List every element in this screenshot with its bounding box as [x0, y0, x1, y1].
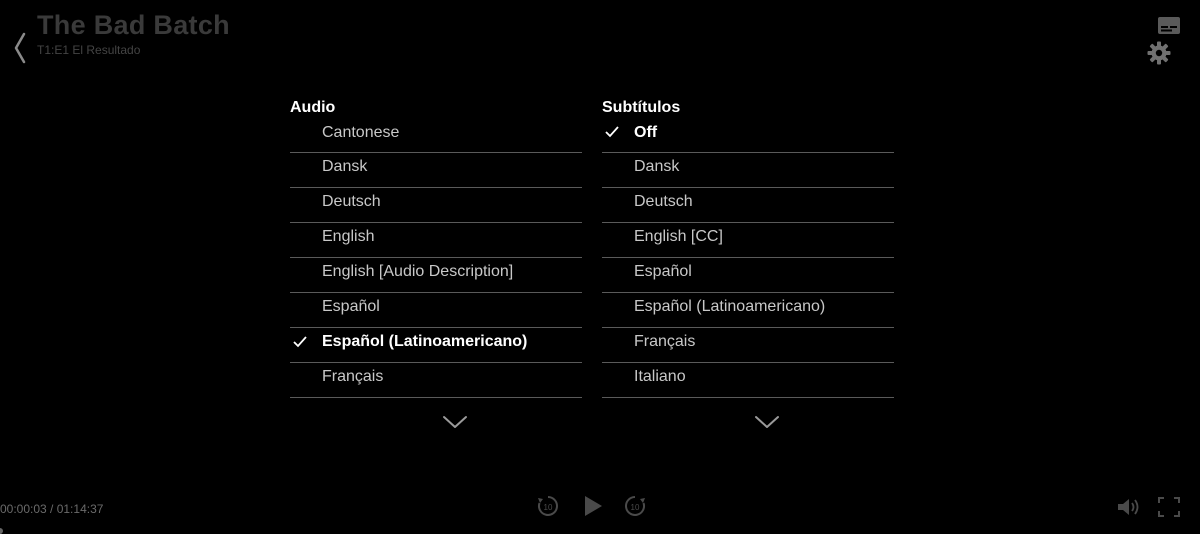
subtitles-option-label: Italiano [634, 368, 686, 385]
audio-option[interactable]: Cantonese [290, 118, 582, 153]
subtitles-option-label: Français [634, 333, 696, 350]
volume-icon [1118, 499, 1139, 515]
subtitles-option-label: Español (Latinoamericano) [634, 298, 826, 315]
captions-icon [1158, 17, 1180, 34]
subtitles-option[interactable]: Deutsch [602, 188, 894, 223]
fullscreen-icon [1158, 497, 1180, 517]
subtitles-option[interactable]: Español [602, 258, 894, 293]
video-player: The Bad Batch T1:E1 El Resultado Audio C… [0, 0, 1200, 534]
subtitles-option-more[interactable]: · · · · [602, 398, 894, 410]
forward-10-button[interactable]: 10 [623, 494, 647, 518]
audio-option-label: Dansk [322, 158, 368, 175]
captions-button[interactable] [1157, 16, 1181, 36]
audio-heading: Audio [290, 99, 336, 116]
subtitles-option-label: Dansk [634, 158, 680, 175]
audio-option-label: English [322, 228, 375, 245]
subtitles-option[interactable]: Español (Latinoamericano) [602, 293, 894, 328]
check-icon [605, 126, 619, 138]
audio-option[interactable]: Français [290, 363, 582, 398]
audio-option[interactable]: Español [290, 293, 582, 328]
chevron-down-icon [443, 416, 467, 428]
audio-option-label: Français [322, 368, 384, 385]
audio-option[interactable]: Dansk [290, 153, 582, 188]
audio-option-label: Cantonese [322, 124, 400, 141]
chevron-down-icon [755, 416, 779, 428]
play-icon [585, 496, 602, 516]
subtitles-heading: Subtítulos [602, 99, 681, 116]
audio-option-label: Español [322, 298, 380, 315]
audio-option-label: Español (Latinoamericano) [322, 333, 528, 350]
audio-panel: Audio Cantonese Dansk Deutsch English Englis… [290, 97, 582, 410]
audio-option[interactable]: Español (Latinoamericano) [290, 328, 582, 363]
subtitles-option[interactable]: Dansk [602, 153, 894, 188]
subtitles-scroll-down-button[interactable] [754, 414, 780, 430]
svg-text:10: 10 [544, 503, 553, 512]
back-button[interactable] [8, 28, 32, 68]
subtitles-option-label: Deutsch [634, 193, 693, 210]
audio-option[interactable]: English [Audio Description] [290, 258, 582, 293]
audio-option-label: English [Audio Description] [322, 263, 514, 280]
play-button[interactable] [582, 494, 604, 518]
fullscreen-button[interactable] [1157, 496, 1181, 518]
subtitles-option[interactable]: Français [602, 328, 894, 363]
audio-option[interactable]: English [290, 223, 582, 258]
episode-title: T1:E1 El Resultado [37, 43, 141, 57]
settings-button[interactable] [1147, 41, 1171, 65]
subtitles-list: Off Dansk Deutsch English [CC] Español Españo… [602, 118, 894, 398]
audio-scroll-down-button[interactable] [442, 414, 468, 430]
subtitles-option-label: English [CC] [634, 228, 723, 245]
subtitles-option[interactable]: Off [602, 118, 894, 153]
audio-option[interactable]: Deutsch [290, 188, 582, 223]
check-icon [293, 336, 307, 348]
timecode: 00:00:03 / 01:14:37 [0, 502, 104, 516]
subtitles-option[interactable]: Italiano [602, 363, 894, 398]
forward-10-icon: 10 [625, 496, 645, 516]
subtitles-option-label: Off [634, 124, 658, 141]
audio-list: Cantonese Dansk Deutsch English English [Aud… [290, 118, 582, 398]
chevron-left-icon [14, 32, 26, 64]
progress-fill [0, 528, 3, 534]
subtitles-option[interactable]: English [CC] [602, 223, 894, 258]
audio-option-more[interactable]: · [290, 398, 582, 410]
audio-option-label: Deutsch [322, 193, 381, 210]
svg-text:10: 10 [631, 503, 640, 512]
subtitles-option-label: Español [634, 263, 692, 280]
show-title: The Bad Batch [37, 10, 230, 40]
volume-button[interactable] [1116, 496, 1142, 518]
rewind-10-icon: 10 [538, 496, 558, 516]
subtitles-panel: Subtítulos Off Dansk Deutsch English [CC] Es… [602, 97, 894, 410]
gear-icon [1147, 41, 1171, 65]
rewind-10-button[interactable]: 10 [536, 494, 560, 518]
progress-bar[interactable] [0, 526, 1200, 534]
